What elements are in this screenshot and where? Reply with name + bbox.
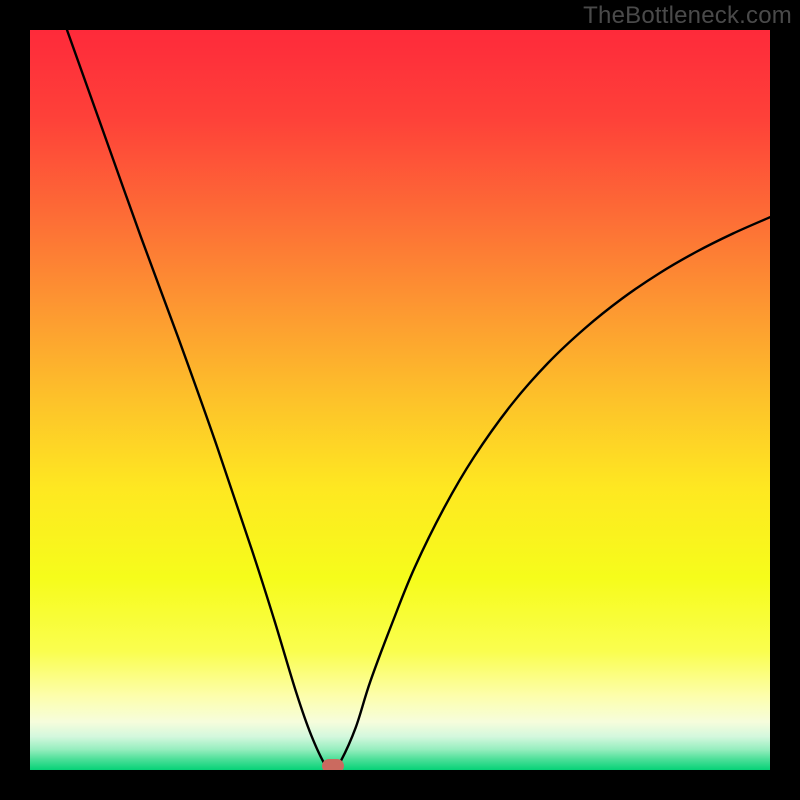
chart-background — [30, 30, 770, 770]
optimal-point-marker — [322, 759, 344, 770]
plot-area — [30, 30, 770, 770]
chart-frame: TheBottleneck.com — [0, 0, 800, 800]
chart-svg — [30, 30, 770, 770]
watermark-text: TheBottleneck.com — [583, 2, 792, 30]
